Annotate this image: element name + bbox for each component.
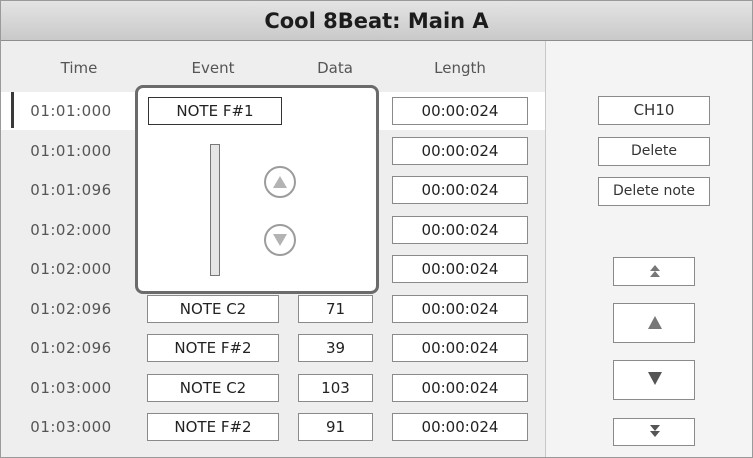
event-list-window: Cool 8Beat: Main A Time Event Data Lengt… (0, 0, 753, 458)
time-cell: 01:02:000 (30, 260, 112, 278)
time-cell: 01:02:096 (30, 300, 112, 318)
triangle-up-icon (273, 176, 287, 188)
length-cell[interactable]: 00:00:024 (392, 216, 528, 244)
time-cell: 01:01:000 (30, 142, 112, 160)
event-cell[interactable]: NOTE F#2 (147, 334, 279, 362)
length-cell[interactable]: 00:00:024 (392, 334, 528, 362)
double-up-icon (650, 265, 660, 277)
decrement-button[interactable] (264, 224, 296, 256)
increment-button[interactable] (264, 166, 296, 198)
column-header-event: Event (191, 59, 235, 77)
scroll-down-button[interactable] (613, 360, 695, 400)
delete-button[interactable]: Delete (598, 137, 710, 166)
time-cell: 01:01:000 (30, 102, 112, 120)
popup-event-field[interactable]: NOTE F#1 (148, 97, 282, 125)
table-row[interactable]: 01:02:096 NOTE C2 71 00:00:024 (1, 290, 545, 328)
table-row[interactable]: 01:03:000 NOTE C2 103 00:00:024 (1, 369, 545, 407)
time-cell: 01:03:000 (30, 379, 112, 397)
length-cell[interactable]: 00:00:024 (392, 137, 528, 165)
jump-bottom-button[interactable] (613, 418, 695, 446)
window-title: Cool 8Beat: Main A (1, 1, 752, 41)
column-header-time: Time (60, 59, 98, 77)
length-cell[interactable]: 00:00:024 (392, 176, 528, 204)
column-header-length: Length (434, 59, 486, 77)
length-cell[interactable]: 00:00:024 (392, 374, 528, 402)
note-editor-popup: NOTE F#1 (135, 85, 379, 294)
table-row[interactable]: 01:03:000 NOTE F#2 91 00:00:024 (1, 408, 545, 446)
event-cell[interactable]: NOTE F#2 (147, 413, 279, 441)
data-cell[interactable]: 71 (298, 295, 373, 323)
triangle-down-icon (273, 234, 287, 246)
down-icon (648, 372, 662, 385)
event-cell[interactable]: NOTE C2 (147, 374, 279, 402)
up-icon (648, 316, 662, 329)
time-cell: 01:01:096 (30, 181, 112, 199)
length-cell[interactable]: 00:00:024 (392, 413, 528, 441)
scroll-up-button[interactable] (613, 303, 695, 343)
data-cell[interactable]: 39 (298, 334, 373, 362)
delete-note-button[interactable]: Delete note (598, 177, 710, 206)
time-cell: 01:03:000 (30, 418, 112, 436)
double-down-icon (650, 425, 660, 437)
value-slider[interactable] (210, 144, 220, 276)
time-cell: 01:02:000 (30, 221, 112, 239)
length-cell[interactable]: 00:00:024 (392, 295, 528, 323)
table-row[interactable]: 01:02:096 NOTE F#2 39 00:00:024 (1, 329, 545, 367)
time-cell: 01:02:096 (30, 339, 112, 357)
data-cell[interactable]: 91 (298, 413, 373, 441)
selected-row-marker (11, 92, 14, 128)
column-header-data: Data (317, 59, 353, 77)
data-cell[interactable]: 103 (298, 374, 373, 402)
length-cell[interactable]: 00:00:024 (392, 97, 528, 125)
length-cell[interactable]: 00:00:024 (392, 255, 528, 283)
event-cell[interactable]: NOTE C2 (147, 295, 279, 323)
jump-top-button[interactable] (613, 257, 695, 286)
channel-button[interactable]: CH10 (598, 96, 710, 125)
